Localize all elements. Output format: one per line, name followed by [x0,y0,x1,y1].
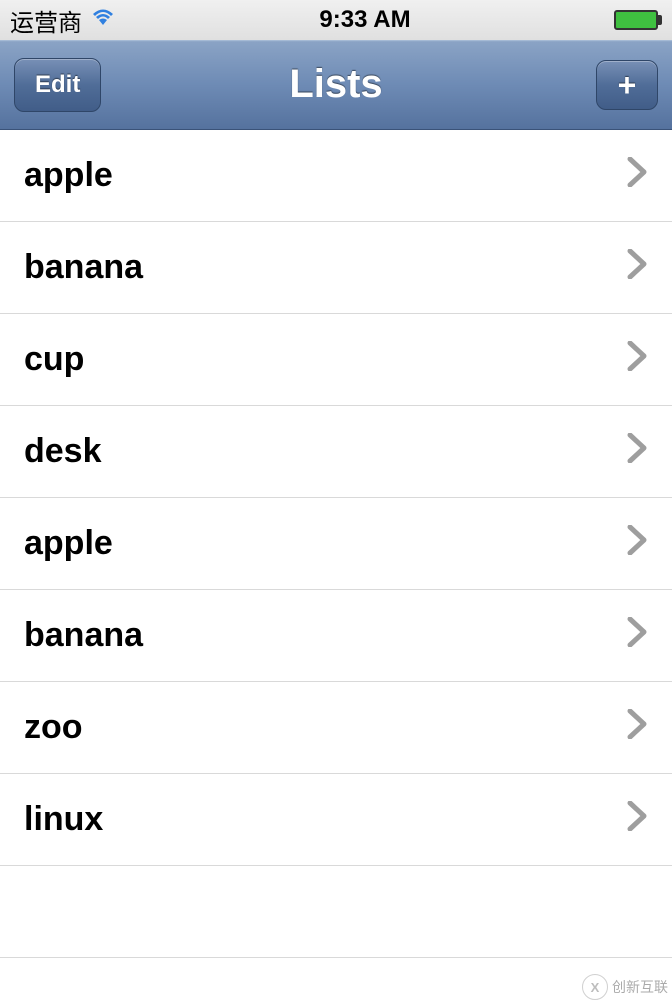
chevron-right-icon [626,433,648,470]
list-item[interactable]: banana [0,222,672,314]
status-left: 运营商 [10,3,116,38]
wifi-icon [90,6,116,34]
chevron-right-icon [626,617,648,654]
list-item[interactable]: cup [0,314,672,406]
list-item-label: apple [24,156,113,195]
list-item[interactable]: linux [0,774,672,866]
list: apple banana cup desk apple banana zoo [0,130,672,958]
list-item[interactable]: desk [0,406,672,498]
list-item-label: banana [24,616,143,655]
list-item-label: desk [24,432,102,471]
battery-icon [614,10,662,30]
list-item[interactable]: banana [0,590,672,682]
chevron-right-icon [626,525,648,562]
chevron-right-icon [626,341,648,378]
watermark: X 创新互联 [582,974,668,1000]
list-item-label: banana [24,248,143,287]
add-button[interactable]: + [596,60,658,110]
list-item[interactable]: zoo [0,682,672,774]
list-item-label: apple [24,524,113,563]
list-item-label: zoo [24,708,83,747]
list-item-empty [0,866,672,958]
status-time: 9:33 AM [319,6,410,34]
status-bar: 运营商 9:33 AM [0,0,672,40]
watermark-text: 创新互联 [612,977,668,997]
chevron-right-icon [626,709,648,746]
chevron-right-icon [626,801,648,838]
chevron-right-icon [626,249,648,286]
nav-title: Lists [289,62,382,107]
list-item[interactable]: apple [0,498,672,590]
list-item-label: linux [24,800,103,839]
list-item-label: cup [24,340,84,379]
watermark-logo-icon: X [582,974,608,1000]
nav-bar: Edit Lists + [0,40,672,130]
edit-button[interactable]: Edit [14,58,101,112]
list-item[interactable]: apple [0,130,672,222]
carrier-label: 运营商 [10,3,82,38]
chevron-right-icon [626,157,648,194]
